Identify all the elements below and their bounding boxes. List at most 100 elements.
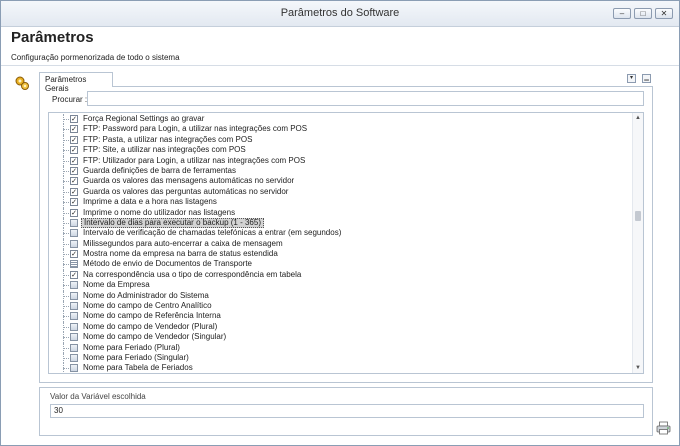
tree-connector bbox=[63, 139, 69, 141]
tree-connector bbox=[63, 254, 69, 256]
tree-row-label: Intervalo de dias para executar o backup… bbox=[81, 217, 264, 228]
tab-close-button[interactable]: ▁ bbox=[642, 74, 651, 83]
tree-connector bbox=[63, 129, 69, 131]
tree-row[interactable]: Método de envio de Documentos de Transpo… bbox=[49, 259, 633, 270]
tree-row-label: Nome do campo de Referência Interna bbox=[83, 311, 221, 321]
search-input[interactable] bbox=[87, 91, 644, 106]
checkbox[interactable]: ✓ bbox=[70, 115, 78, 123]
title-bar[interactable]: Parâmetros do Software – □ ✕ bbox=[1, 1, 679, 27]
checkbox[interactable]: ✓ bbox=[70, 156, 78, 165]
parameters-icon bbox=[15, 76, 29, 90]
tree-connector bbox=[63, 181, 69, 183]
tree-row-label: FTP: Utilizador para Login, a utilizar n… bbox=[83, 155, 306, 165]
tree-connector bbox=[63, 264, 69, 266]
tree-connector bbox=[63, 150, 69, 152]
parameters-tree[interactable]: ✓ Força Regional Settings ao gravar ✓ FTP: … bbox=[48, 112, 644, 374]
value-input[interactable]: 30 bbox=[50, 404, 644, 418]
tree-row[interactable]: Nome do campo de Vendedor (Singular) bbox=[49, 332, 633, 343]
maximize-button[interactable]: □ bbox=[634, 8, 652, 19]
tree-row[interactable]: ✓ Imprime o nome do utilizador nas listag… bbox=[49, 207, 633, 218]
tree-rows: ✓ Força Regional Settings ao gravar ✓ FTP: … bbox=[49, 114, 633, 373]
tree-connector bbox=[63, 347, 69, 349]
text-value-icon bbox=[70, 333, 78, 342]
text-value-icon bbox=[70, 239, 78, 248]
tree-row[interactable]: Nome para Feriado (Plural) bbox=[49, 342, 633, 353]
tree-row[interactable]: Nome do campo de Centro Analítico bbox=[49, 301, 633, 312]
search-label: Procurar : bbox=[52, 95, 88, 104]
tree-row-label: Nome para Feriado (Plural) bbox=[83, 342, 180, 352]
tree-row[interactable]: ✓ FTP: Pasta, a utilizar nas integrações … bbox=[49, 134, 633, 146]
tree-row-label: Nome para Feriado (Singular) bbox=[83, 352, 189, 362]
tree-connector bbox=[63, 202, 69, 204]
tree-row-label: Imprime o nome do utilizador nas listage… bbox=[83, 207, 236, 217]
checkbox[interactable]: ✓ bbox=[70, 208, 78, 217]
tree-row-label: Força Regional Settings ao gravar bbox=[83, 114, 205, 123]
tree-row-label: Nome do campo de Vendedor (Singular) bbox=[83, 332, 227, 342]
tree-row[interactable]: ✓ Imprime a data e a hora nas listagens bbox=[49, 197, 633, 208]
checkbox[interactable]: ✓ bbox=[70, 250, 78, 259]
tree-row[interactable]: Nome do Administrador do Sistema bbox=[49, 290, 633, 302]
vertical-scrollbar[interactable]: ▲ ▼ bbox=[632, 113, 643, 373]
tree-row[interactable]: Milissegundos para auto-encerrar a caixa… bbox=[49, 238, 633, 250]
tree-row[interactable]: ✓ Mostra nome da empresa na barra de stat… bbox=[49, 249, 633, 260]
tree-connector bbox=[63, 285, 69, 287]
text-value-icon bbox=[70, 218, 78, 227]
tree-row[interactable]: ✓ Força Regional Settings ao gravar bbox=[49, 114, 633, 125]
tree-row[interactable]: ✓ Na correspondência usa o tipo de corres… bbox=[49, 269, 633, 281]
scroll-thumb[interactable] bbox=[635, 211, 641, 222]
tree-row-label: Nome da Empresa bbox=[83, 280, 150, 290]
tree-row-label: Na correspondência usa o tipo de corresp… bbox=[83, 269, 302, 279]
tree-row[interactable]: ✓ FTP: Utilizador para Login, a utilizar … bbox=[49, 155, 633, 166]
checkbox[interactable]: ✓ bbox=[70, 198, 78, 207]
page-title: Parâmetros bbox=[11, 29, 94, 46]
checkbox[interactable]: ✓ bbox=[70, 135, 78, 144]
tree-connector bbox=[63, 368, 69, 370]
tree-connector bbox=[63, 243, 69, 245]
tree-row-label: Milissegundos para auto-encerrar a caixa… bbox=[83, 238, 283, 248]
scroll-up-icon[interactable]: ▲ bbox=[633, 113, 643, 123]
page-subtitle: Configuração pormenorizada de todo o sis… bbox=[11, 53, 180, 62]
scroll-down-icon[interactable]: ▼ bbox=[633, 363, 643, 373]
tree-row-label: Guarda os valores das perguntas automáti… bbox=[83, 186, 289, 196]
checkbox[interactable]: ✓ bbox=[70, 270, 78, 279]
checkbox[interactable]: ✓ bbox=[70, 177, 78, 186]
tree-connector bbox=[63, 357, 69, 359]
tab-pin-button[interactable]: ▾ bbox=[627, 74, 636, 83]
tree-row[interactable]: ✓ Guarda definições de barra de ferrament… bbox=[49, 165, 633, 177]
tree-row[interactable]: ✓ Guarda os valores das mensagens automát… bbox=[49, 176, 633, 187]
text-value-icon bbox=[70, 291, 78, 300]
checkbox[interactable]: ✓ bbox=[70, 187, 78, 196]
tree-row[interactable]: Intervalo de verificação de chamadas tel… bbox=[49, 228, 633, 239]
tree-row[interactable]: Intervalo de dias para executar o backup… bbox=[49, 217, 633, 229]
tree-row[interactable]: Nome do campo de Vendedor (Plural) bbox=[49, 321, 633, 333]
window-title: Parâmetros do Software bbox=[280, 7, 400, 19]
text-value-icon bbox=[70, 343, 78, 352]
tree-row[interactable]: ✓ Guarda os valores das perguntas automát… bbox=[49, 186, 633, 198]
tab-parametros-gerais[interactable]: Parâmetros Gerais bbox=[39, 72, 113, 93]
tree-row[interactable]: Nome para Feriado (Singular) bbox=[49, 352, 633, 364]
tree-row-label: Nome para Tabela de Feriados bbox=[83, 363, 193, 373]
header-divider bbox=[1, 65, 679, 66]
tree-row[interactable]: Nome para Tabela de Feriados bbox=[49, 363, 633, 373]
text-value-icon bbox=[70, 281, 78, 290]
checkbox[interactable]: ✓ bbox=[70, 125, 78, 134]
checkbox[interactable]: ✓ bbox=[70, 146, 78, 155]
tree-row-label: Nome do campo de Centro Analítico bbox=[83, 301, 212, 311]
tree-connector bbox=[63, 212, 69, 214]
checkbox[interactable]: ✓ bbox=[70, 166, 78, 175]
close-button[interactable]: ✕ bbox=[655, 8, 673, 19]
tree-connector bbox=[63, 119, 69, 120]
tree-connector bbox=[63, 222, 69, 224]
text-value-icon bbox=[70, 312, 78, 321]
minimize-button[interactable]: – bbox=[613, 8, 631, 19]
print-icon[interactable] bbox=[656, 421, 671, 435]
tree-row[interactable]: Nome da Empresa bbox=[49, 280, 633, 291]
tree-row[interactable]: ✓ FTP: Password para Login, a utilizar na… bbox=[49, 124, 633, 135]
text-value-icon bbox=[70, 302, 78, 311]
value-label: Valor da Variável escolhida bbox=[50, 392, 146, 401]
tree-row[interactable]: ✓ FTP: Site, a utilizar nas integrações c… bbox=[49, 145, 633, 156]
tree-row[interactable]: Nome do campo de Referência Interna bbox=[49, 311, 633, 322]
tree-connector bbox=[63, 316, 69, 318]
tree-row-label: Guarda definições de barra de ferramenta… bbox=[83, 165, 236, 175]
text-value-icon bbox=[70, 364, 78, 373]
